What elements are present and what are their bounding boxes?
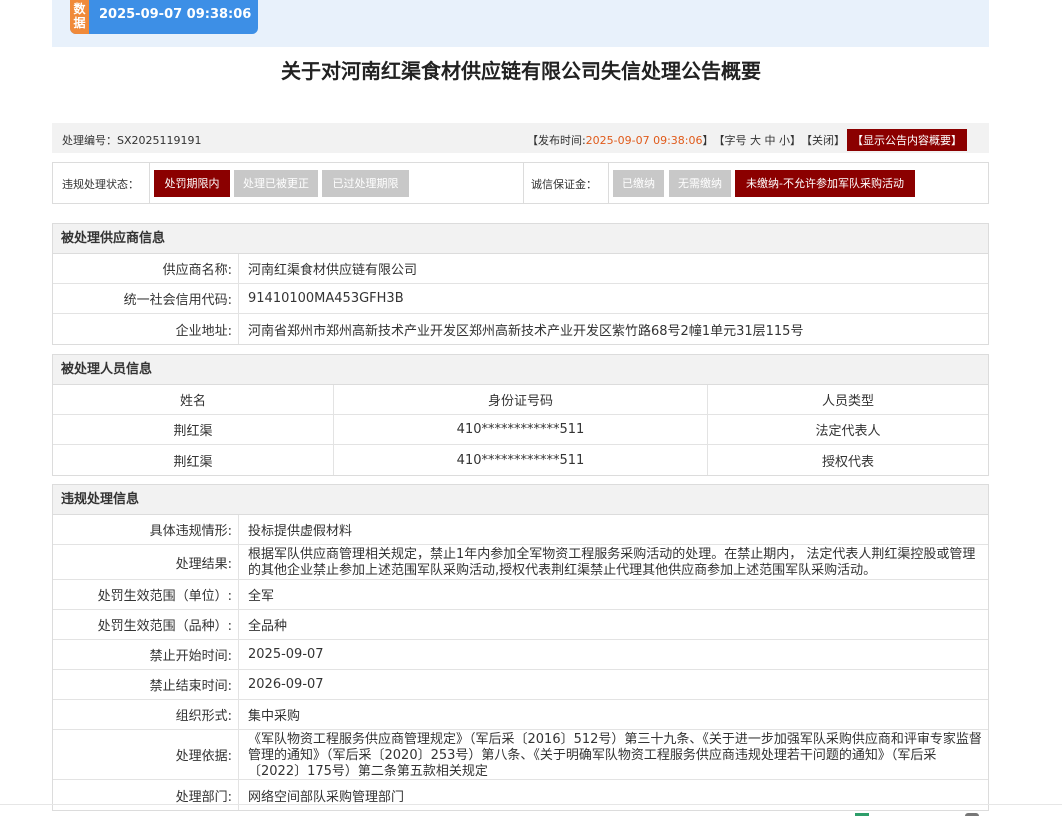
ban-start-row: 禁止开始时间: 2025-09-07 [53,640,988,670]
data-badge: 数据 [70,0,89,34]
persons-section: 被处理人员信息 姓名 身份证号码 人员类型 荆红渠 410***********… [52,354,989,476]
field-label: 组织形式: [53,700,239,729]
process-result: 根据军队供应商管理相关规定，禁止1年内参加全军物资工程服务采购活动的处理。在禁止… [248,547,976,578]
field-label: 处罚生效范围（品种）: [53,610,239,639]
pub-time-prefix: 【发布时间: [526,134,586,147]
address-row: 企业地址: 河南省郑州市郑州高新技术产业开发区郑州高新技术产业开发区紫竹路68号… [53,314,988,344]
show-summary-button[interactable]: 【显示公告内容概要】 [847,129,967,151]
column-header: 姓名 [53,385,334,414]
scope-unit-row: 处罚生效范围（单位）: 全军 [53,580,988,610]
field-label: 处罚生效范围（单位）: [53,580,239,609]
ban-start-date: 2025-09-07 [248,647,324,662]
person-type: 法定代表人 [815,424,881,439]
divider [523,163,524,203]
divider [149,163,150,203]
font-size-control[interactable]: 【字号 大 中 小】 [714,132,802,148]
info-bar-actions: 【发布时间: 2025-09-07 09:38:06 】 【字号 大 中 小】 … [527,129,967,151]
person-name: 荆红渠 [53,445,334,475]
field-label: 处理依据: [53,730,239,779]
table-row: 荆红渠 410************511 法定代表人 [53,415,988,445]
supplier-section: 被处理供应商信息 供应商名称: 河南红渠食材供应链有限公司 统一社会信用代码: … [52,223,989,345]
scope-category-row: 处罚生效范围（品种）: 全品种 [53,610,988,640]
supplier-name: 河南红渠食材供应链有限公司 [248,263,418,278]
credit-code: 91410100MA453GFH3B [248,291,404,306]
basis-row: 处理依据: 《军队物资工程服务供应商管理规定》（军后采〔2016〕512号）第三… [53,730,988,780]
process-number: 处理编号：SX2025119191 [62,134,202,147]
pub-time-value: 2025-09-07 09:38:06 [585,133,703,147]
process-department: 网络空间部队采购管理部门 [248,789,405,805]
table-row: 荆红渠 410************511 授权代表 [53,445,988,475]
status-in-penalty-period[interactable]: 处罚期限内 [154,170,230,197]
deposit-unpaid[interactable]: 未缴纳-不允许参加军队采购活动 [735,170,915,197]
person-id: 410************511 [334,445,708,475]
scope-category: 全品种 [248,619,288,634]
org-form: 集中采购 [248,709,301,724]
field-label: 企业地址: [53,314,239,344]
table-header-row: 姓名 身份证号码 人员类型 [53,385,988,415]
violation-situation: 投标提供虚假材料 [248,524,353,539]
info-bar: 处理编号：SX2025119191 【发布时间: 2025-09-07 09:3… [52,123,989,153]
person-type: 授权代表 [821,454,874,470]
company-address: 河南省郑州市郑州高新技术产业开发区郑州高新技术产业开发区紫竹路68号2幢1单元3… [248,323,804,339]
column-header: 身份证号码 [334,385,708,414]
person-id: 410************511 [334,415,708,444]
field-label: 禁止结束时间: [53,670,239,699]
deposit-paid[interactable]: 已缴纳 [613,170,664,197]
violation-section: 违规处理信息 具体违规情形: 投标提供虚假材料 处理结果: 根据军队供应商管理相… [52,484,989,811]
field-label: 供应商名称: [53,254,239,283]
org-form-row: 组织形式: 集中采购 [53,700,988,730]
field-label: 具体违规情形: [53,515,239,544]
field-label: 统一社会信用代码: [53,284,239,313]
violation-situation-row: 具体违规情形: 投标提供虚假材料 [53,515,988,545]
department-row: 处理部门: 网络空间部队采购管理部门 [53,780,988,810]
column-header: 人员类型 [821,394,874,409]
status-expired[interactable]: 已过处理期限 [322,170,409,197]
status-row: 违规处理状态： 处罚期限内 处理已被更正 已过处理期限 诚信保证金： 已缴纳 无… [52,162,989,204]
ban-end-row: 禁止结束时间: 2026-09-07 [53,670,988,700]
close-link[interactable]: 【关闭】 [801,132,845,148]
deposit-not-required[interactable]: 无需缴纳 [669,170,731,197]
violation-status-label: 违规处理状态： [62,178,139,191]
deposit-label: 诚信保证金： [531,178,597,191]
credit-code-row: 统一社会信用代码: 91410100MA453GFH3B [53,284,988,314]
page-bottom-rule [0,804,1062,805]
header-timestamp: 2025-09-07 09:38:06 [99,7,252,22]
ban-end-date: 2026-09-07 [248,677,324,692]
page-title: 关于对河南红渠食材供应链有限公司失信处理公告概要 [281,59,761,83]
section-heading: 被处理供应商信息 [53,224,988,254]
result-row: 处理结果: 根据军队供应商管理相关规定，禁止1年内参加全军物资工程服务采购活动的… [53,545,988,580]
section-heading: 被处理人员信息 [53,355,988,385]
person-name: 荆红渠 [53,415,334,444]
data-timestamp-tag: 数据 2025-09-07 09:38:06 [70,0,258,34]
divider [608,163,609,203]
pub-time-suffix: 】 [702,134,714,147]
field-label: 处理部门: [53,780,239,810]
supplier-name-row: 供应商名称: 河南红渠食材供应链有限公司 [53,254,988,284]
field-label: 处理结果: [53,545,239,579]
field-label: 禁止开始时间: [53,640,239,669]
process-basis: 《军队物资工程服务供应商管理规定》（军后采〔2016〕512号）第三十九条、《关… [248,732,982,779]
section-heading: 违规处理信息 [53,485,988,515]
scope-unit: 全军 [248,589,275,604]
status-corrected[interactable]: 处理已被更正 [234,170,318,197]
